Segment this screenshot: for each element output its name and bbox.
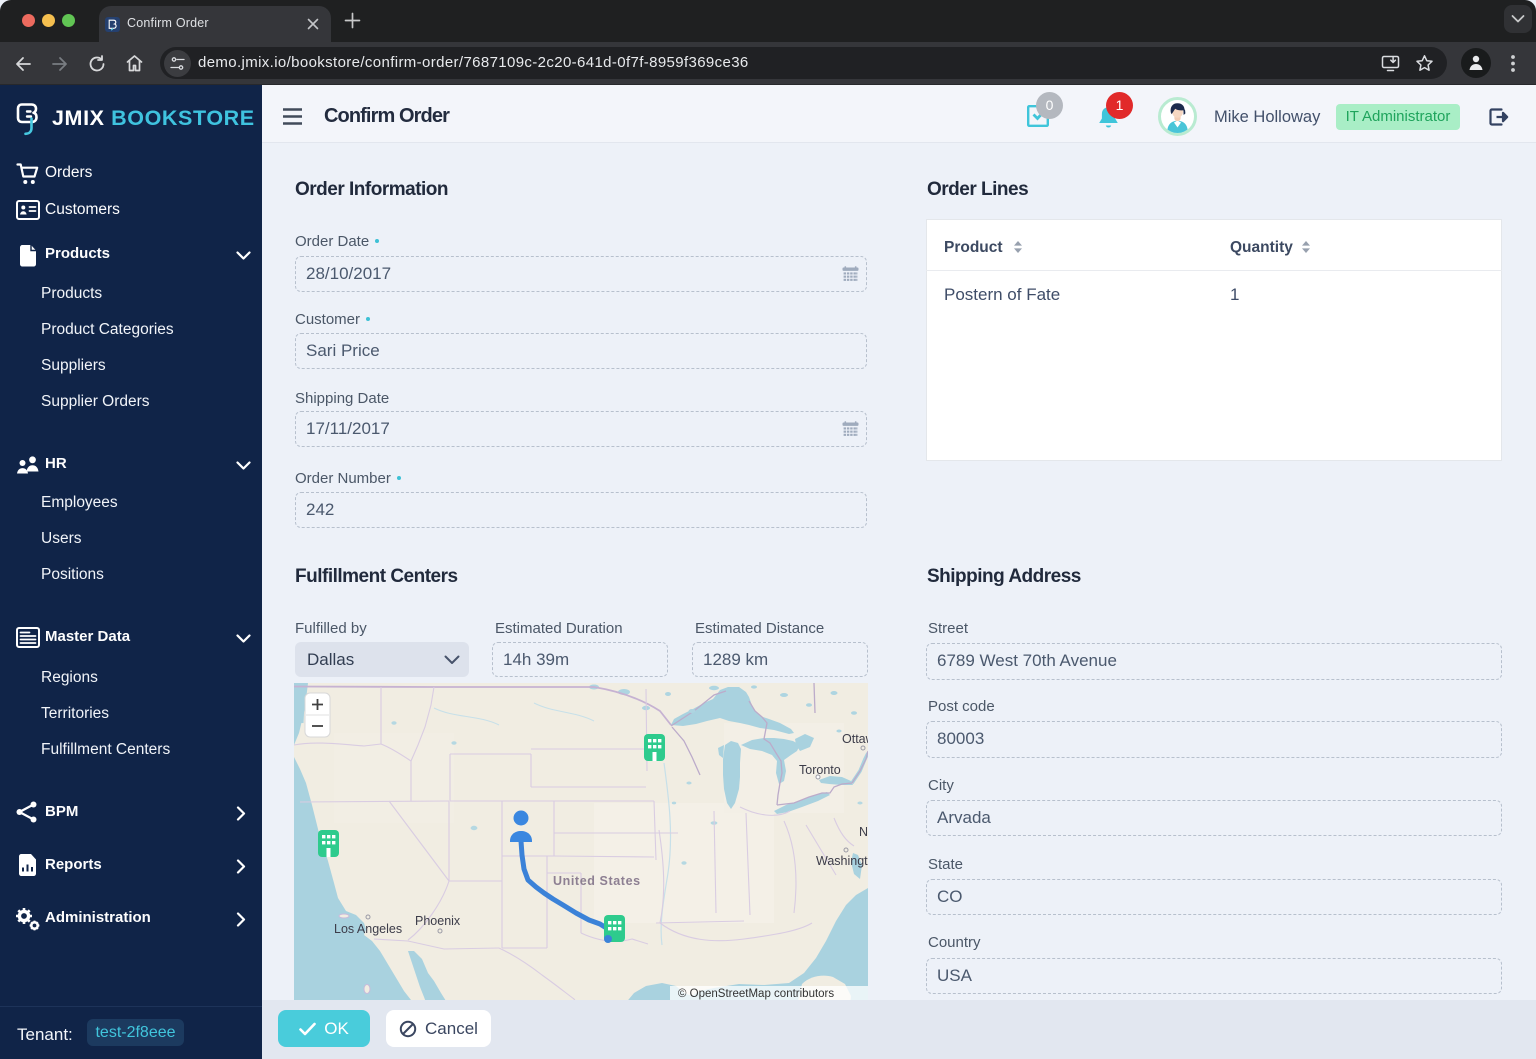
svg-text:Ottawa: Ottawa <box>842 732 868 746</box>
svg-text:Los Angeles: Los Angeles <box>334 922 402 936</box>
svg-text:United States: United States <box>553 874 641 888</box>
svg-text:Phoenix: Phoenix <box>415 914 461 928</box>
svg-text:Toronto: Toronto <box>799 763 841 777</box>
svg-text:New York: New York <box>859 825 868 839</box>
svg-text:© OpenStreetMap contributors: © OpenStreetMap contributors <box>678 988 834 1000</box>
svg-text:Washington: Washington <box>816 854 868 868</box>
